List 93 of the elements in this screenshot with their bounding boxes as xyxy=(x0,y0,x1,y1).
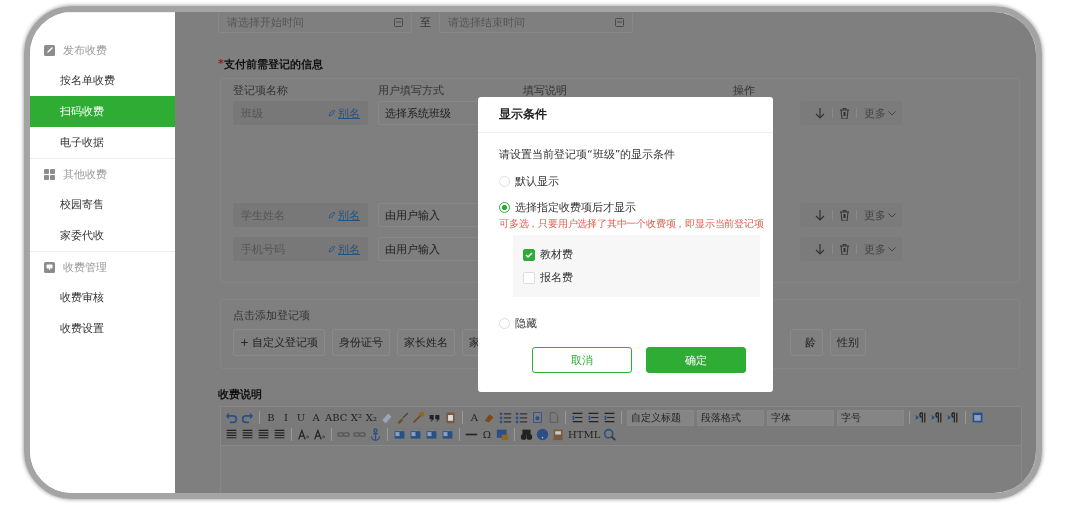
down-arrow-icon[interactable] xyxy=(815,243,825,255)
eraser-icon[interactable] xyxy=(380,411,394,424)
add-item-button[interactable]: 龄 xyxy=(790,329,824,356)
spacing-icon[interactable] xyxy=(587,411,601,424)
sidebar-item[interactable]: 收费审核 xyxy=(30,282,175,313)
radio-option[interactable]: 选择指定收费项后才显示 xyxy=(499,197,752,217)
fullscreen-icon[interactable] xyxy=(971,411,985,424)
radio-option[interactable]: 默认显示 xyxy=(499,171,752,191)
grid-icon xyxy=(44,168,55,180)
column-header: 用户填写方式 xyxy=(378,82,445,98)
highlight-icon[interactable] xyxy=(483,411,497,424)
dialog-title: 显示条件 xyxy=(478,97,773,133)
cancel-button[interactable]: 取消 xyxy=(532,347,632,373)
add-item-button[interactable]: + 自定义登记项 xyxy=(233,329,326,356)
bullet-list-icon[interactable] xyxy=(515,411,529,424)
preview-icon[interactable] xyxy=(603,428,617,441)
paste-icon[interactable] xyxy=(444,411,458,424)
toolbar-button[interactable]: U xyxy=(295,412,307,423)
pencil-square-icon xyxy=(44,44,55,56)
sidebar-item[interactable]: 按名单收费 xyxy=(30,65,175,96)
toolbar-button[interactable]: HTML xyxy=(568,429,601,440)
required-mark: * xyxy=(218,57,224,72)
down-arrow-icon[interactable] xyxy=(815,209,825,221)
image-icon[interactable] xyxy=(496,428,509,441)
range-separator: 至 xyxy=(420,14,431,30)
confirm-button[interactable]: 确定 xyxy=(646,347,746,373)
sidebar-item[interactable]: 电子收据 xyxy=(30,127,175,158)
column-header: 登记项名称 xyxy=(233,82,289,98)
menu-group-title: 其他收费 xyxy=(63,166,107,182)
chevron-down-icon xyxy=(888,246,896,252)
checkmark-icon xyxy=(525,250,533,259)
boxed-letter-icon[interactable] xyxy=(531,411,545,424)
toolbar-select[interactable]: 自定义标题 xyxy=(627,409,695,426)
pencil-icon xyxy=(328,245,336,253)
hint-text: 可多选，只要用户选择了其中一个收费项，即显示当前登记项 xyxy=(499,217,765,231)
toolbar-button[interactable]: X² xyxy=(350,412,363,423)
rich-text-editor[interactable]: B I U A ABC X² X₂ A 自定义标题 段落格式 字体 字号 Ω HTML xyxy=(220,406,1022,493)
chevron-down-icon xyxy=(888,110,896,116)
wand-icon[interactable] xyxy=(412,411,426,424)
line-height-icon[interactable] xyxy=(571,411,585,424)
undo-icon[interactable] xyxy=(225,411,238,424)
dialog-prompt: 请设置当前登记项“班级”的显示条件 xyxy=(499,147,677,162)
image-left-icon[interactable] xyxy=(393,428,406,441)
toolbar-select[interactable]: 字体 xyxy=(767,409,835,426)
toolbar-button[interactable]: I xyxy=(280,412,292,423)
calendar-icon xyxy=(394,17,403,27)
toolbar-select[interactable]: 字号 xyxy=(837,409,905,426)
sidebar-item[interactable]: 校园寄售 xyxy=(30,189,175,220)
trash-icon[interactable] xyxy=(840,107,849,119)
case-upper-icon[interactable] xyxy=(297,428,310,441)
add-item-button[interactable]: 身份证号 xyxy=(332,329,391,356)
radio-button[interactable] xyxy=(499,201,510,213)
radio-option[interactable]: 隐藏 xyxy=(499,313,752,333)
fee-checkbox[interactable]: 报名费 xyxy=(523,266,750,289)
sidebar-item[interactable]: 家委代收 xyxy=(30,220,175,251)
toolbar-select[interactable]: 段落格式 xyxy=(697,409,765,426)
checkbox[interactable] xyxy=(523,248,535,261)
align-left-icon[interactable] xyxy=(225,428,238,441)
justify-icon[interactable] xyxy=(273,428,286,441)
menu-group-title: 收费管理 xyxy=(63,259,107,275)
brush-icon[interactable] xyxy=(396,411,410,424)
image-right-icon[interactable] xyxy=(425,428,438,441)
chevron-down-icon xyxy=(888,212,896,218)
section-title: 支付前需登记的信息 xyxy=(223,57,323,72)
fee-checkbox[interactable]: 教材费 xyxy=(523,243,750,266)
sidebar-item[interactable]: 扫码收费 xyxy=(30,96,175,127)
pencil-icon xyxy=(328,211,336,219)
help-icon[interactable] xyxy=(536,428,549,441)
image-center-icon[interactable] xyxy=(441,428,454,441)
trash-icon[interactable] xyxy=(840,243,849,255)
toolbar-button[interactable]: ABC xyxy=(325,412,348,423)
trash-icon[interactable] xyxy=(840,209,849,221)
calendar-icon xyxy=(615,17,624,27)
toolbar-button[interactable]: B xyxy=(265,412,277,423)
down-arrow-icon[interactable] xyxy=(815,107,825,119)
redo-icon[interactable] xyxy=(241,411,254,424)
menu-group-title: 发布收费 xyxy=(63,42,107,58)
toolbar-button[interactable]: A xyxy=(468,412,481,423)
template-icon[interactable] xyxy=(552,428,565,441)
column-header: 操作 xyxy=(733,82,756,98)
column-header: 填写说明 xyxy=(523,82,568,98)
binoculars-icon[interactable] xyxy=(520,428,533,441)
section-title: 收费说明 xyxy=(218,387,263,402)
add-item-button[interactable]: 家长姓名 xyxy=(397,329,456,356)
toolbar-button[interactable]: X₂ xyxy=(365,412,378,423)
anchor-icon[interactable] xyxy=(369,428,382,441)
pencil-icon xyxy=(328,109,336,117)
add-item-button[interactable]: 性别 xyxy=(830,329,867,356)
panel-title: 点击添加登记项 xyxy=(233,308,310,323)
toolbar-button[interactable]: Ω xyxy=(481,429,493,440)
line-spacing-icon[interactable] xyxy=(603,411,617,424)
toolbar-button[interactable]: A xyxy=(310,412,322,423)
sidebar-item[interactable]: 收费设置 xyxy=(30,313,175,344)
